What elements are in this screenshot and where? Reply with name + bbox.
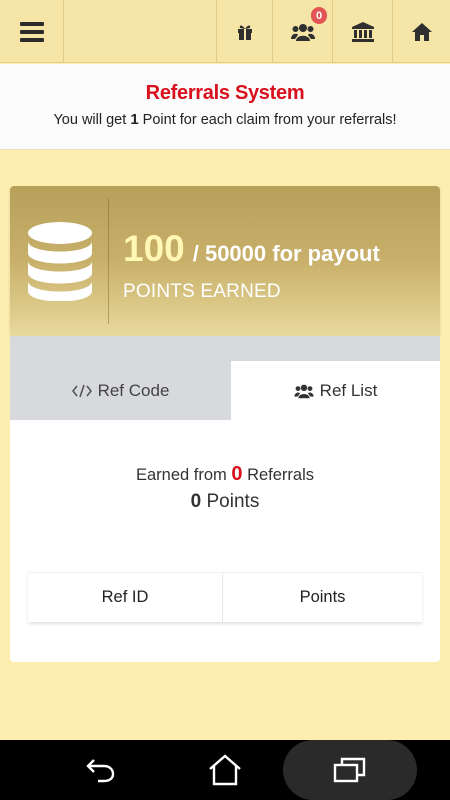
- gift-button[interactable]: [216, 0, 272, 63]
- home-button[interactable]: [392, 0, 450, 63]
- points-earned-label: POINTS EARNED: [123, 281, 281, 302]
- recents-button[interactable]: [330, 752, 370, 788]
- earned-pre: Earned from: [135, 466, 232, 484]
- page-subtitle: You will get 1 Point for each claim from…: [0, 111, 450, 128]
- home-system-button[interactable]: [205, 752, 245, 788]
- tab-ref-list-label: Ref List: [319, 380, 378, 400]
- referral-points-value: 0: [190, 491, 202, 512]
- payout-threshold: / 50000 for payout: [192, 241, 380, 266]
- code-icon: [71, 384, 92, 397]
- points-row: 100 / 50000 for payout: [123, 228, 380, 270]
- hamburger-icon: [19, 21, 44, 42]
- home-icon: [411, 22, 432, 41]
- referral-count: 0: [231, 463, 243, 485]
- back-button[interactable]: [80, 752, 120, 788]
- users-icon: [290, 23, 315, 41]
- users-icon: [294, 384, 314, 398]
- menu-button[interactable]: [0, 0, 64, 63]
- subtitle-post: Point for each claim from your referrals…: [138, 112, 397, 128]
- referrals-nav-button[interactable]: 0: [272, 0, 332, 63]
- back-icon: [86, 759, 115, 783]
- card-divider: [108, 198, 109, 324]
- points-value: 100: [123, 228, 185, 269]
- notification-badge: 0: [311, 7, 327, 24]
- points-card: 100 / 50000 for payout POINTS EARNED: [10, 186, 440, 336]
- recents-icon: [333, 757, 366, 783]
- earned-summary: Earned from 0 Referrals: [10, 463, 440, 486]
- referral-panel: Ref Code Ref List Earned from 0 Referral…: [10, 336, 440, 662]
- system-nav-bar: [0, 740, 450, 800]
- tab-ref-list[interactable]: Ref List: [231, 361, 440, 420]
- column-ref-id: Ref ID: [28, 573, 223, 622]
- tab-ref-code[interactable]: Ref Code: [10, 361, 231, 420]
- referral-table-header: Ref ID Points: [28, 572, 422, 622]
- database-icon: [28, 222, 92, 301]
- column-points: Points: [299, 588, 346, 606]
- subtitle-points: 1: [130, 111, 139, 128]
- subtitle-pre: You will get: [53, 112, 131, 128]
- gift-icon: [237, 25, 252, 40]
- bank-button[interactable]: [332, 0, 392, 63]
- home-outline-icon: [209, 754, 241, 786]
- page-header: Referrals System You will get 1 Point fo…: [0, 64, 450, 150]
- top-nav-bar: 0: [0, 0, 450, 63]
- earned-post: Referrals: [242, 466, 315, 484]
- referral-points-summary: 0 Points: [10, 491, 440, 513]
- referral-points-label: Points: [201, 491, 260, 512]
- page-title: Referrals System: [145, 82, 305, 104]
- tab-ref-code-label: Ref Code: [97, 380, 170, 400]
- bank-icon: [351, 21, 374, 42]
